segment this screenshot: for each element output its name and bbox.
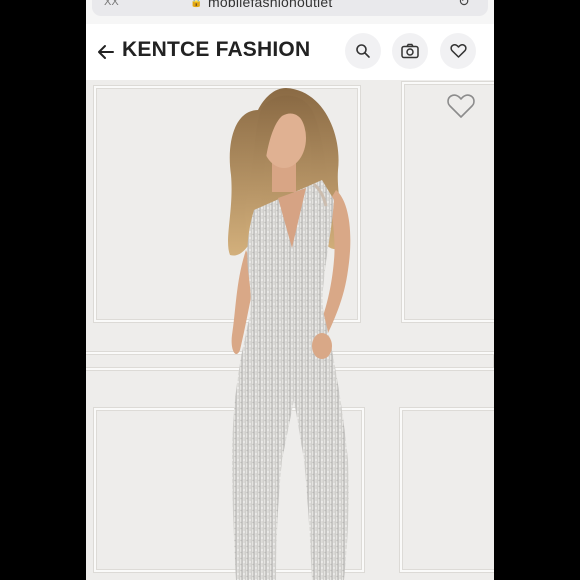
lock-icon: 🔒 <box>190 0 203 8</box>
camera-search-button[interactable] <box>392 33 428 69</box>
model-photo <box>228 88 351 580</box>
heart-outline-icon <box>447 94 475 118</box>
app-header: KENTCE FASHION <box>86 24 494 80</box>
arrow-left-icon <box>98 45 114 59</box>
heart-icon <box>449 44 467 58</box>
screen: XX 🔒 mobilefashionoutlet ↻ KENTCE FASHIO… <box>0 0 580 580</box>
product-image[interactable] <box>86 80 494 580</box>
store-title: KENTCE FASHION <box>122 38 311 61</box>
status-text: XX <box>104 0 119 8</box>
back-button[interactable] <box>94 38 118 66</box>
camera-icon <box>401 43 419 59</box>
product-wishlist-button[interactable] <box>446 92 480 124</box>
phone-screen: XX 🔒 mobilefashionoutlet ↻ KENTCE FASHIO… <box>86 0 494 580</box>
browser-url-bar[interactable]: XX 🔒 mobilefashionoutlet ↻ <box>86 0 494 25</box>
reload-icon[interactable]: ↻ <box>458 0 470 10</box>
search-icon <box>356 44 370 58</box>
url-text[interactable]: mobilefashionoutlet <box>208 0 332 10</box>
wishlist-button[interactable] <box>440 33 476 69</box>
search-button[interactable] <box>345 33 381 69</box>
